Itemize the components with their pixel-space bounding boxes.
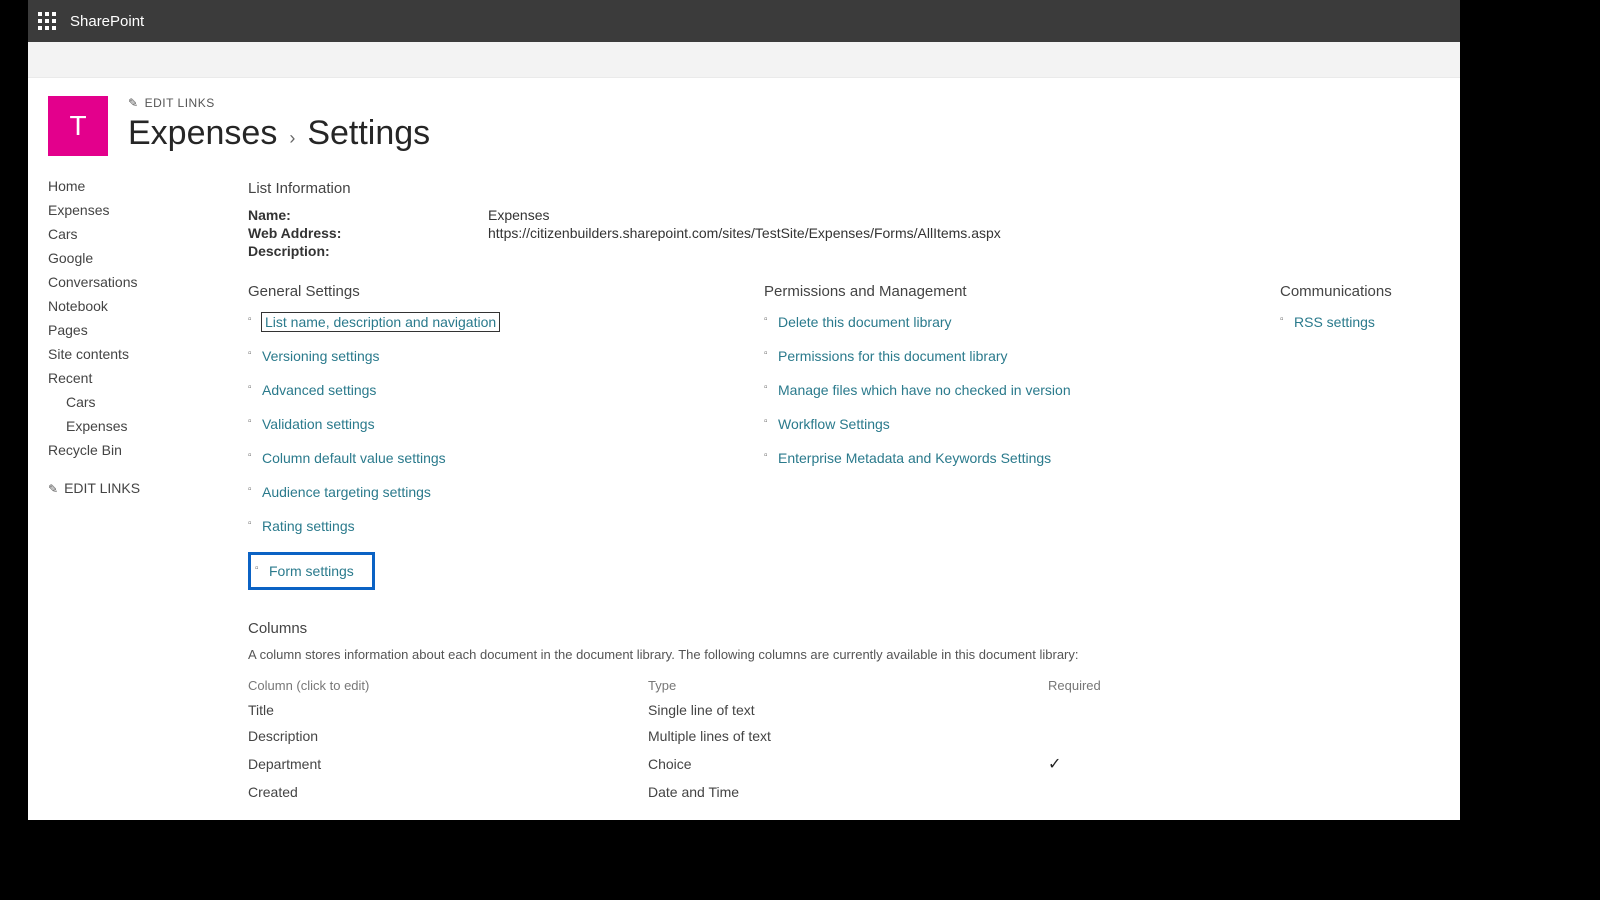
link-audience-targeting[interactable]: Audience targeting settings: [262, 484, 431, 500]
web-address-label: Web Address:: [248, 225, 488, 241]
permissions-heading: Permissions and Management: [764, 283, 1240, 300]
link-delete-library[interactable]: Delete this document library: [778, 314, 952, 330]
column-required: [1048, 723, 1308, 749]
suite-bar: SharePoint: [28, 0, 1460, 42]
nav-recent-expenses[interactable]: Expenses: [48, 418, 208, 434]
table-row: CreatedDate and Time: [248, 779, 1308, 805]
check-icon: ✓: [1048, 756, 1061, 773]
nav-pages[interactable]: Pages: [48, 322, 208, 338]
list-info-heading: List Information: [248, 180, 1460, 197]
chevron-right-icon: ›: [289, 128, 295, 149]
name-label: Name:: [248, 207, 488, 223]
link-rss-settings[interactable]: RSS settings: [1294, 314, 1375, 330]
description-label: Description:: [248, 243, 488, 259]
brand-label[interactable]: SharePoint: [70, 13, 144, 30]
col-header-type: Type: [648, 674, 1048, 697]
nav-home[interactable]: Home: [48, 178, 208, 194]
link-manage-checked-files[interactable]: Manage files which have no checked in ve…: [778, 382, 1071, 398]
link-advanced-settings[interactable]: Advanced settings: [262, 382, 376, 398]
quick-launch-nav: Home Expenses Cars Google Conversations …: [48, 174, 208, 805]
col-header-required: Required: [1048, 674, 1308, 697]
link-column-default-value[interactable]: Column default value settings: [262, 450, 446, 466]
ribbon-placeholder: [28, 42, 1460, 78]
link-permissions-library[interactable]: Permissions for this document library: [778, 348, 1008, 364]
link-versioning-settings[interactable]: Versioning settings: [262, 348, 380, 364]
app-launcher-icon[interactable]: [38, 12, 56, 30]
column-required: ✓: [1048, 749, 1308, 779]
table-row: DepartmentChoice✓: [248, 749, 1308, 779]
general-settings-heading: General Settings: [248, 283, 724, 300]
column-name[interactable]: Title: [248, 697, 648, 723]
column-name[interactable]: Description: [248, 723, 648, 749]
nav-recycle-bin[interactable]: Recycle Bin: [48, 442, 208, 458]
link-workflow-settings[interactable]: Workflow Settings: [778, 416, 890, 432]
column-type: Date and Time: [648, 779, 1048, 805]
nav-conversations[interactable]: Conversations: [48, 274, 208, 290]
nav-site-contents[interactable]: Site contents: [48, 346, 208, 362]
link-rating-settings[interactable]: Rating settings: [262, 518, 355, 534]
breadcrumb-page: Settings: [307, 114, 430, 153]
site-logo-letter: T: [69, 110, 86, 142]
pencil-icon: [128, 96, 139, 110]
col-header-name: Column (click to edit): [248, 674, 648, 697]
column-type: Choice: [648, 749, 1048, 779]
table-row: TitleSingle line of text: [248, 697, 1308, 723]
communications-heading: Communications: [1280, 283, 1460, 300]
form-settings-highlight: Form settings: [248, 552, 375, 590]
site-logo[interactable]: T: [48, 96, 108, 156]
pencil-icon: [48, 480, 58, 496]
web-address-value: https://citizenbuilders.sharepoint.com/s…: [488, 225, 1001, 241]
nav-cars[interactable]: Cars: [48, 226, 208, 242]
nav-expenses[interactable]: Expenses: [48, 202, 208, 218]
nav-edit-links[interactable]: EDIT LINKS: [48, 480, 208, 496]
nav-notebook[interactable]: Notebook: [48, 298, 208, 314]
edit-links-label: EDIT LINKS: [145, 96, 215, 110]
column-required: [1048, 779, 1308, 805]
link-validation-settings[interactable]: Validation settings: [262, 416, 375, 432]
column-required: [1048, 697, 1308, 723]
nav-recent-cars[interactable]: Cars: [48, 394, 208, 410]
columns-heading: Columns: [248, 620, 1308, 637]
columns-table: Column (click to edit) Type Required Tit…: [248, 674, 1308, 805]
columns-blurb: A column stores information about each d…: [248, 647, 1308, 662]
link-form-settings[interactable]: Form settings: [269, 563, 354, 579]
column-name[interactable]: Created: [248, 779, 648, 805]
name-value: Expenses: [488, 207, 549, 223]
breadcrumb: Expenses › Settings: [128, 114, 430, 153]
breadcrumb-list[interactable]: Expenses: [128, 114, 277, 153]
nav-edit-links-label: EDIT LINKS: [64, 480, 140, 496]
nav-google[interactable]: Google: [48, 250, 208, 266]
table-row: DescriptionMultiple lines of text: [248, 723, 1308, 749]
column-type: Multiple lines of text: [648, 723, 1048, 749]
link-enterprise-metadata[interactable]: Enterprise Metadata and Keywords Setting…: [778, 450, 1051, 466]
column-type: Single line of text: [648, 697, 1048, 723]
nav-recent[interactable]: Recent: [48, 370, 208, 386]
edit-links-top[interactable]: EDIT LINKS: [128, 96, 430, 110]
link-list-name-desc-nav[interactable]: List name, description and navigation: [262, 313, 499, 331]
column-name[interactable]: Department: [248, 749, 648, 779]
